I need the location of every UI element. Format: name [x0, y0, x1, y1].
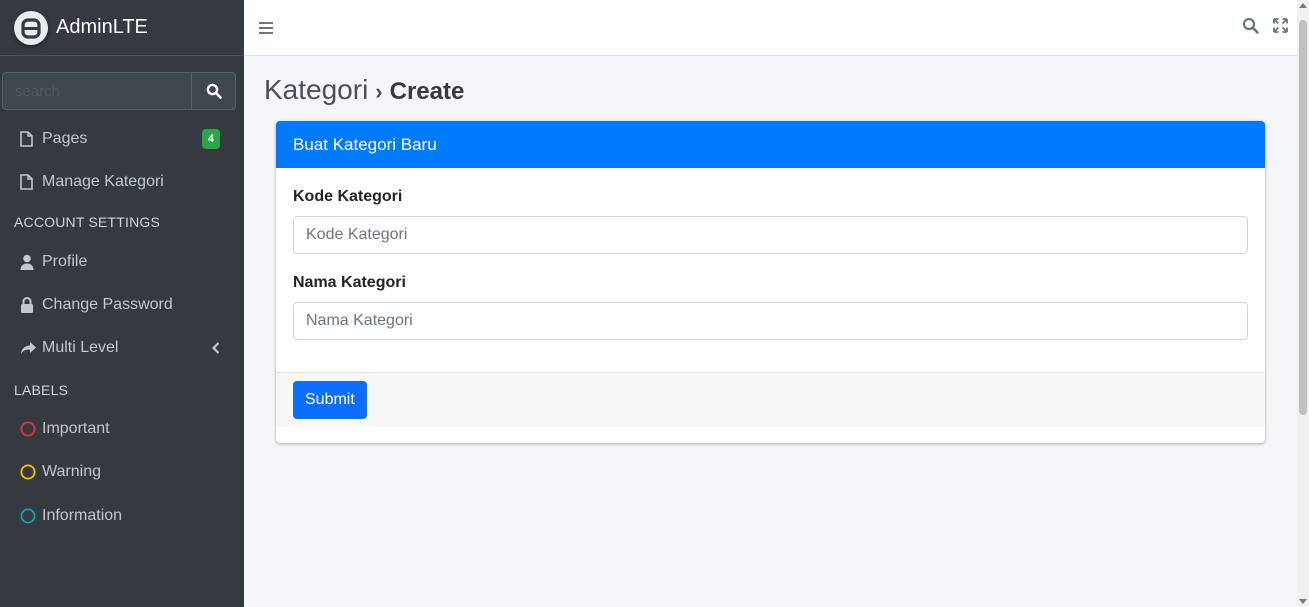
chevron-left-icon	[211, 341, 220, 359]
sidebar-item-label: Profile	[42, 253, 88, 270]
page-scrollbar[interactable]	[1297, 0, 1309, 607]
card-footer: Submit	[276, 373, 1265, 427]
scroll-thumb[interactable]	[1299, 20, 1307, 415]
create-kategori-card: Buat Kategori Baru Kode Kategori Nama Ka…	[276, 121, 1265, 443]
kode-kategori-input[interactable]	[293, 216, 1248, 254]
sidebar-search	[2, 72, 236, 110]
sidebar-item-profile[interactable]: Profile	[8, 243, 236, 281]
search-icon	[206, 83, 222, 99]
sidebar-item-important[interactable]: Important	[8, 410, 236, 448]
page-title: Kategori › Create	[264, 74, 464, 106]
adminlte-logo-icon	[14, 10, 48, 45]
sidebar: AdminLTE Pages 4 Manage Kategori ACCOUNT…	[0, 0, 244, 607]
nama-kategori-input[interactable]	[293, 302, 1248, 340]
nav-header-account-settings: ACCOUNT SETTINGS	[14, 214, 161, 230]
expand-icon	[1272, 17, 1288, 33]
search-icon	[1242, 17, 1259, 34]
sidebar-toggle-button[interactable]	[252, 14, 280, 42]
sidebar-item-label: Manage Kategori	[42, 173, 164, 190]
page-title-main: Kategori	[264, 74, 369, 105]
brand-text: AdminLTE	[56, 16, 148, 38]
sidebar-item-label: Warning	[42, 463, 101, 480]
pages-count-badge: 4	[201, 129, 220, 149]
sidebar-item-label: Information	[42, 507, 123, 524]
sidebar-item-label: Important	[42, 420, 110, 437]
file-icon	[20, 131, 42, 147]
scroll-down-arrow-icon[interactable]	[1299, 599, 1307, 604]
sidebar-search-button[interactable]	[191, 72, 236, 110]
sidebar-item-information[interactable]: Information	[8, 497, 236, 535]
sidebar-item-pages[interactable]: Pages 4	[8, 120, 236, 158]
sidebar-item-manage-kategori[interactable]: Manage Kategori	[8, 163, 236, 201]
fullscreen-button[interactable]	[1269, 14, 1291, 36]
sidebar-item-label: Change Password	[42, 296, 173, 313]
circle-icon-info	[20, 508, 42, 524]
sidebar-search-input[interactable]	[2, 72, 191, 110]
top-navbar	[244, 0, 1297, 56]
brand-link[interactable]: AdminLTE	[0, 0, 244, 56]
kode-kategori-label: Kode Kategori	[293, 188, 403, 205]
circle-icon-warning	[20, 464, 42, 480]
sidebar-item-change-password[interactable]: Change Password	[8, 286, 236, 324]
page-title-sub: Create	[389, 78, 465, 105]
scroll-up-arrow-icon[interactable]	[1299, 3, 1307, 8]
sidebar-item-warning[interactable]: Warning	[8, 453, 236, 491]
sidebar-item-multi-level[interactable]: Multi Level	[8, 329, 236, 367]
card-header: Buat Kategori Baru	[276, 121, 1265, 168]
lock-icon	[20, 297, 42, 313]
submit-button[interactable]: Submit	[293, 381, 367, 419]
nama-kategori-label: Nama Kategori	[293, 274, 406, 291]
card-body: Kode Kategori Nama Kategori	[276, 168, 1265, 373]
file-icon	[20, 174, 42, 190]
sidebar-item-label: Multi Level	[42, 339, 119, 356]
bars-icon	[259, 22, 273, 34]
navbar-search-button[interactable]	[1239, 14, 1261, 36]
breadcrumb-separator: ›	[375, 79, 383, 104]
nav-header-labels: LABELS	[14, 382, 69, 398]
share-icon	[20, 341, 42, 355]
user-icon	[20, 254, 42, 270]
circle-icon-danger	[20, 421, 42, 437]
sidebar-item-label: Pages	[42, 130, 88, 147]
